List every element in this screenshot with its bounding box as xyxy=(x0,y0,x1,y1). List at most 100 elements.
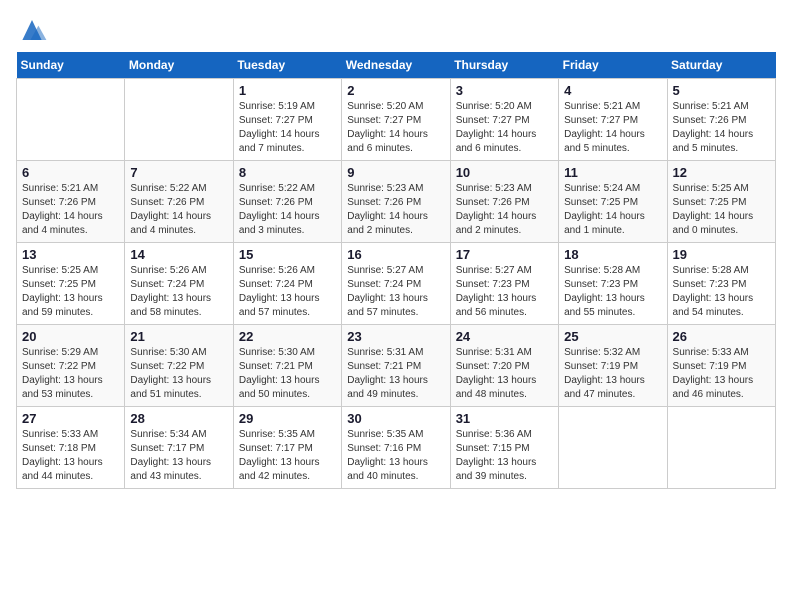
calendar-cell: 24 Sunrise: 5:31 AM Sunset: 7:20 PM Dayli… xyxy=(450,325,558,407)
day-number: 27 xyxy=(22,411,119,426)
day-number: 3 xyxy=(456,83,553,98)
calendar-cell: 20 Sunrise: 5:29 AM Sunset: 7:22 PM Dayli… xyxy=(17,325,125,407)
day-detail: Sunrise: 5:32 AM Sunset: 7:19 PM Dayligh… xyxy=(564,346,661,402)
day-detail: Sunrise: 5:31 AM Sunset: 7:20 PM Dayligh… xyxy=(456,346,553,402)
calendar-cell: 31 Sunrise: 5:36 AM Sunset: 7:15 PM Dayli… xyxy=(450,407,558,489)
calendar-cell: 21 Sunrise: 5:30 AM Sunset: 7:22 PM Dayli… xyxy=(125,325,233,407)
calendar-cell: 12 Sunrise: 5:25 AM Sunset: 7:25 PM Dayli… xyxy=(667,161,775,243)
calendar-cell: 4 Sunrise: 5:21 AM Sunset: 7:27 PM Daylig… xyxy=(559,79,667,161)
calendar-cell xyxy=(667,407,775,489)
page-header xyxy=(16,16,776,44)
day-detail: Sunrise: 5:29 AM Sunset: 7:22 PM Dayligh… xyxy=(22,346,119,402)
day-detail: Sunrise: 5:26 AM Sunset: 7:24 PM Dayligh… xyxy=(130,264,227,320)
day-number: 20 xyxy=(22,329,119,344)
calendar-cell: 13 Sunrise: 5:25 AM Sunset: 7:25 PM Dayli… xyxy=(17,243,125,325)
day-detail: Sunrise: 5:28 AM Sunset: 7:23 PM Dayligh… xyxy=(673,264,770,320)
day-number: 2 xyxy=(347,83,444,98)
calendar-cell: 2 Sunrise: 5:20 AM Sunset: 7:27 PM Daylig… xyxy=(342,79,450,161)
calendar-cell: 1 Sunrise: 5:19 AM Sunset: 7:27 PM Daylig… xyxy=(233,79,341,161)
calendar-cell: 30 Sunrise: 5:35 AM Sunset: 7:16 PM Dayli… xyxy=(342,407,450,489)
calendar-cell: 16 Sunrise: 5:27 AM Sunset: 7:24 PM Dayli… xyxy=(342,243,450,325)
day-detail: Sunrise: 5:33 AM Sunset: 7:18 PM Dayligh… xyxy=(22,428,119,484)
day-number: 7 xyxy=(130,165,227,180)
calendar-cell: 15Sunrise: 5:26 AM Sunset: 7:24 PM Dayli… xyxy=(233,243,341,325)
calendar-cell: 22Sunrise: 5:30 AM Sunset: 7:21 PM Dayli… xyxy=(233,325,341,407)
calendar-table: SundayMondayTuesdayWednesdayThursdayFrid… xyxy=(16,52,776,489)
day-header-tuesday: Tuesday xyxy=(233,52,341,79)
day-number: 31 xyxy=(456,411,553,426)
day-detail: Sunrise: 5:36 AM Sunset: 7:15 PM Dayligh… xyxy=(456,428,553,484)
calendar-cell: 8 Sunrise: 5:22 AM Sunset: 7:26 PM Daylig… xyxy=(233,161,341,243)
day-number: 16 xyxy=(347,247,444,262)
day-detail: Sunrise: 5:35 AM Sunset: 7:16 PM Dayligh… xyxy=(347,428,444,484)
calendar-cell: 18 Sunrise: 5:28 AM Sunset: 7:23 PM Dayli… xyxy=(559,243,667,325)
day-detail: Sunrise: 5:33 AM Sunset: 7:19 PM Dayligh… xyxy=(673,346,770,402)
day-number: 19 xyxy=(673,247,770,262)
day-number: 29 xyxy=(239,411,336,426)
calendar-cell: 23Sunrise: 5:31 AM Sunset: 7:21 PM Dayli… xyxy=(342,325,450,407)
day-number: 14 xyxy=(130,247,227,262)
calendar-cell: 3Sunrise: 5:20 AM Sunset: 7:27 PM Daylig… xyxy=(450,79,558,161)
day-detail: Sunrise: 5:27 AM Sunset: 7:23 PM Dayligh… xyxy=(456,264,553,320)
logo xyxy=(16,16,52,44)
day-number: 12 xyxy=(673,165,770,180)
day-number: 11 xyxy=(564,165,661,180)
day-number: 13 xyxy=(22,247,119,262)
day-detail: Sunrise: 5:19 AM Sunset: 7:27 PM Dayligh… xyxy=(239,100,336,156)
day-header-sunday: Sunday xyxy=(17,52,125,79)
calendar-cell: 11Sunrise: 5:24 AM Sunset: 7:25 PM Dayli… xyxy=(559,161,667,243)
day-header-monday: Monday xyxy=(125,52,233,79)
day-detail: Sunrise: 5:23 AM Sunset: 7:26 PM Dayligh… xyxy=(456,182,553,238)
calendar-cell: 17 Sunrise: 5:27 AM Sunset: 7:23 PM Dayli… xyxy=(450,243,558,325)
day-detail: Sunrise: 5:35 AM Sunset: 7:17 PM Dayligh… xyxy=(239,428,336,484)
calendar-cell xyxy=(559,407,667,489)
day-detail: Sunrise: 5:27 AM Sunset: 7:24 PM Dayligh… xyxy=(347,264,444,320)
calendar-cell: 27 Sunrise: 5:33 AM Sunset: 7:18 PM Dayli… xyxy=(17,407,125,489)
calendar-week-1: 1 Sunrise: 5:19 AM Sunset: 7:27 PM Daylig… xyxy=(17,79,776,161)
day-number: 25 xyxy=(564,329,661,344)
calendar-cell: 10 Sunrise: 5:23 AM Sunset: 7:26 PM Dayli… xyxy=(450,161,558,243)
day-detail: Sunrise: 5:21 AM Sunset: 7:26 PM Dayligh… xyxy=(22,182,119,238)
calendar-cell: 26 Sunrise: 5:33 AM Sunset: 7:19 PM Dayli… xyxy=(667,325,775,407)
day-number: 30 xyxy=(347,411,444,426)
calendar-cell: 14 Sunrise: 5:26 AM Sunset: 7:24 PM Dayli… xyxy=(125,243,233,325)
day-detail: Sunrise: 5:21 AM Sunset: 7:26 PM Dayligh… xyxy=(673,100,770,156)
calendar-cell: 6 Sunrise: 5:21 AM Sunset: 7:26 PM Daylig… xyxy=(17,161,125,243)
day-number: 4 xyxy=(564,83,661,98)
day-number: 21 xyxy=(130,329,227,344)
day-detail: Sunrise: 5:34 AM Sunset: 7:17 PM Dayligh… xyxy=(130,428,227,484)
day-number: 6 xyxy=(22,165,119,180)
calendar-week-4: 20 Sunrise: 5:29 AM Sunset: 7:22 PM Dayli… xyxy=(17,325,776,407)
day-header-saturday: Saturday xyxy=(667,52,775,79)
day-number: 24 xyxy=(456,329,553,344)
calendar-cell: 29 Sunrise: 5:35 AM Sunset: 7:17 PM Dayli… xyxy=(233,407,341,489)
day-detail: Sunrise: 5:22 AM Sunset: 7:26 PM Dayligh… xyxy=(130,182,227,238)
day-number: 17 xyxy=(456,247,553,262)
day-detail: Sunrise: 5:20 AM Sunset: 7:27 PM Dayligh… xyxy=(347,100,444,156)
day-number: 1 xyxy=(239,83,336,98)
day-detail: Sunrise: 5:30 AM Sunset: 7:21 PM Dayligh… xyxy=(239,346,336,402)
day-header-thursday: Thursday xyxy=(450,52,558,79)
calendar-cell: 28 Sunrise: 5:34 AM Sunset: 7:17 PM Dayli… xyxy=(125,407,233,489)
day-number: 10 xyxy=(456,165,553,180)
calendar-header: SundayMondayTuesdayWednesdayThursdayFrid… xyxy=(17,52,776,79)
day-number: 18 xyxy=(564,247,661,262)
day-number: 8 xyxy=(239,165,336,180)
day-detail: Sunrise: 5:21 AM Sunset: 7:27 PM Dayligh… xyxy=(564,100,661,156)
calendar-cell: 19 Sunrise: 5:28 AM Sunset: 7:23 PM Dayli… xyxy=(667,243,775,325)
day-detail: Sunrise: 5:26 AM Sunset: 7:24 PM Dayligh… xyxy=(239,264,336,320)
day-detail: Sunrise: 5:23 AM Sunset: 7:26 PM Dayligh… xyxy=(347,182,444,238)
day-detail: Sunrise: 5:28 AM Sunset: 7:23 PM Dayligh… xyxy=(564,264,661,320)
calendar-cell: 9Sunrise: 5:23 AM Sunset: 7:26 PM Daylig… xyxy=(342,161,450,243)
day-detail: Sunrise: 5:25 AM Sunset: 7:25 PM Dayligh… xyxy=(22,264,119,320)
calendar-cell: 5Sunrise: 5:21 AM Sunset: 7:26 PM Daylig… xyxy=(667,79,775,161)
day-detail: Sunrise: 5:25 AM Sunset: 7:25 PM Dayligh… xyxy=(673,182,770,238)
day-header-friday: Friday xyxy=(559,52,667,79)
day-number: 26 xyxy=(673,329,770,344)
day-number: 28 xyxy=(130,411,227,426)
day-detail: Sunrise: 5:31 AM Sunset: 7:21 PM Dayligh… xyxy=(347,346,444,402)
calendar-cell xyxy=(17,79,125,161)
calendar-cell: 7 Sunrise: 5:22 AM Sunset: 7:26 PM Daylig… xyxy=(125,161,233,243)
day-detail: Sunrise: 5:22 AM Sunset: 7:26 PM Dayligh… xyxy=(239,182,336,238)
day-detail: Sunrise: 5:30 AM Sunset: 7:22 PM Dayligh… xyxy=(130,346,227,402)
